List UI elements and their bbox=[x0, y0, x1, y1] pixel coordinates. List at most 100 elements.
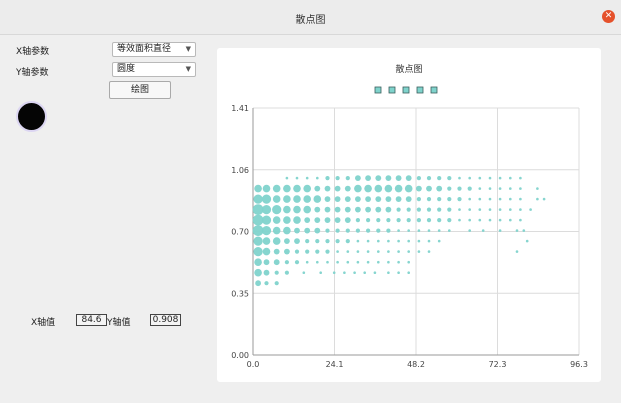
scatter-point bbox=[272, 216, 281, 224]
scatter-point bbox=[385, 206, 392, 213]
scatter-point bbox=[314, 206, 321, 213]
scatter-point bbox=[397, 250, 400, 253]
chart-legend bbox=[374, 86, 438, 94]
scatter-point bbox=[263, 259, 270, 266]
scatter-point bbox=[417, 250, 421, 253]
scatter-point bbox=[305, 249, 310, 254]
scatter-point bbox=[325, 239, 330, 244]
scatter-point bbox=[325, 176, 330, 181]
scatter-point bbox=[437, 197, 442, 202]
scatter-point bbox=[519, 218, 522, 222]
scatter-point bbox=[293, 216, 301, 224]
scatter-point bbox=[254, 184, 262, 193]
scatter-point bbox=[346, 250, 350, 253]
scatter-point bbox=[294, 249, 300, 254]
scatter-point bbox=[397, 260, 400, 264]
scatter-point bbox=[426, 176, 432, 181]
y-value-field: 0.908 bbox=[150, 314, 181, 326]
scatter-point bbox=[356, 250, 360, 253]
scatter-point bbox=[478, 176, 482, 180]
scatter-point bbox=[519, 208, 522, 211]
plot-button[interactable]: 绘图 bbox=[109, 81, 171, 99]
legend-marker[interactable] bbox=[430, 86, 438, 94]
legend-marker[interactable] bbox=[402, 86, 410, 94]
scatter-point bbox=[498, 218, 502, 222]
scatter-point bbox=[447, 218, 452, 223]
scatter-point bbox=[396, 218, 401, 223]
y-tick-label: 1.41 bbox=[231, 104, 249, 113]
scatter-point bbox=[365, 175, 371, 181]
scatter-point bbox=[335, 176, 340, 181]
scatter-point bbox=[283, 184, 291, 193]
scatter-point bbox=[426, 218, 432, 223]
preview-dot bbox=[16, 101, 47, 132]
scatter-point bbox=[407, 260, 410, 264]
scatter-point bbox=[324, 206, 331, 213]
scatter-point bbox=[405, 196, 412, 203]
scatter-point bbox=[363, 271, 366, 274]
scatter-point bbox=[498, 197, 502, 201]
scatter-point bbox=[458, 208, 461, 211]
window-titlebar: 散点图 ✕ bbox=[0, 0, 621, 35]
scatter-point bbox=[262, 184, 271, 193]
chart-title: 散点图 bbox=[395, 63, 422, 75]
scatter-point bbox=[468, 208, 471, 211]
scatter-point bbox=[375, 175, 382, 181]
close-icon[interactable]: ✕ bbox=[602, 10, 615, 23]
scatter-point bbox=[302, 271, 306, 274]
scatter-point bbox=[305, 260, 309, 264]
scatter-point bbox=[273, 259, 280, 266]
scatter-point bbox=[284, 270, 289, 275]
scatter-point bbox=[355, 175, 361, 181]
scatter-point bbox=[417, 239, 421, 243]
scatter-point bbox=[334, 196, 341, 203]
scatter-point bbox=[437, 207, 442, 212]
x-tick-label: 48.2 bbox=[407, 360, 425, 369]
scatter-point bbox=[387, 260, 390, 264]
scatter-point bbox=[406, 207, 411, 212]
scatter-point bbox=[407, 271, 410, 274]
scatter-point bbox=[396, 207, 401, 212]
chevron-down-icon: ▼ bbox=[185, 65, 191, 73]
scatter-point bbox=[522, 229, 526, 232]
scatter-point bbox=[314, 227, 321, 234]
scatter-point bbox=[319, 271, 322, 274]
scatter-point bbox=[326, 260, 329, 264]
scatter-point bbox=[406, 218, 411, 223]
scatter-point bbox=[353, 271, 356, 274]
x-param-value: 等效面积直径 bbox=[117, 44, 172, 54]
scatter-point bbox=[385, 175, 392, 181]
scatter-point bbox=[324, 185, 331, 192]
legend-marker[interactable] bbox=[374, 86, 382, 94]
scatter-point bbox=[355, 218, 360, 223]
scatter-point bbox=[272, 237, 281, 245]
scatter-point bbox=[498, 229, 502, 232]
scatter-point bbox=[437, 176, 442, 181]
scatter-point bbox=[395, 175, 402, 181]
scatter-point bbox=[305, 176, 309, 180]
scatter-point bbox=[252, 214, 264, 226]
scatter-point bbox=[324, 217, 331, 224]
legend-marker[interactable] bbox=[416, 86, 424, 94]
scatter-point bbox=[447, 186, 452, 191]
scatter-point bbox=[458, 176, 461, 180]
scatter-point bbox=[427, 229, 431, 232]
scatter-point bbox=[387, 250, 390, 253]
scatter-point bbox=[253, 194, 263, 204]
scatter-point bbox=[345, 176, 350, 181]
scatter-point bbox=[447, 176, 452, 181]
scatter-point bbox=[272, 184, 281, 193]
scatter-point bbox=[355, 196, 361, 203]
scatter-point bbox=[458, 218, 461, 222]
scatter-point bbox=[416, 185, 422, 192]
scatter-point bbox=[261, 226, 272, 236]
x-param-select[interactable]: 等效面积直径 ▼ bbox=[112, 42, 196, 57]
legend-marker[interactable] bbox=[388, 86, 396, 94]
scatter-point bbox=[536, 187, 539, 190]
scatter-point bbox=[488, 197, 492, 201]
scatter-chart[interactable]: 散点图 0.0 24.1 48.2 72.3 96.3 0.00 0.35 0.70 1.06 1… bbox=[217, 48, 601, 382]
scatter-point bbox=[346, 260, 350, 264]
scatter-point bbox=[261, 205, 272, 215]
scatter-point bbox=[294, 260, 300, 265]
y-param-select[interactable]: 圆度 ▼ bbox=[112, 62, 196, 77]
